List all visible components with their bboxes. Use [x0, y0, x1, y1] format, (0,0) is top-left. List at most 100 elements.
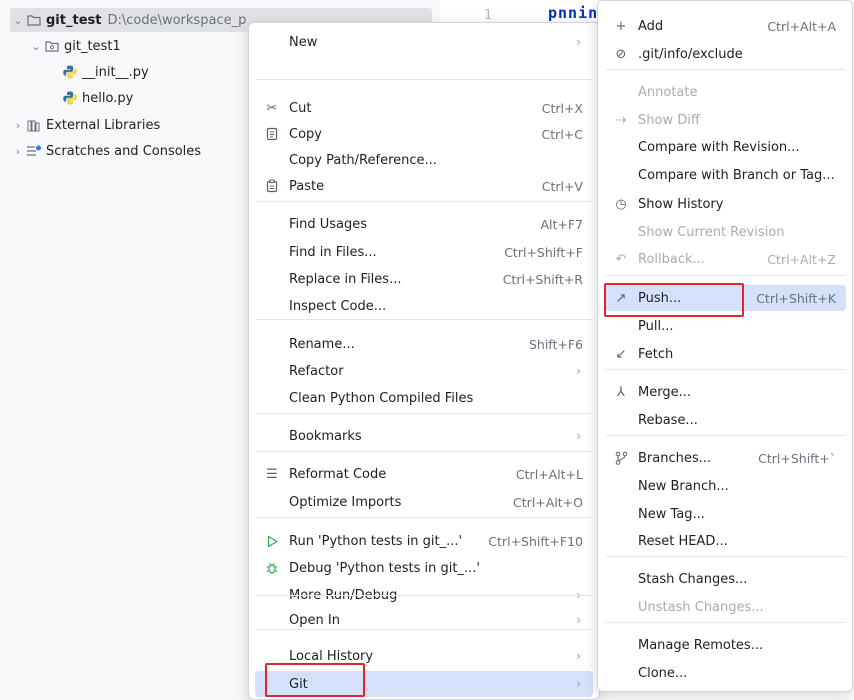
menu-item-label: Paste [289, 178, 325, 194]
menu-item-refactor[interactable]: Refactor › [255, 358, 593, 384]
menu-item-push[interactable]: ↗ Push... Ctrl+Shift+K [604, 285, 846, 311]
menu-item-rollback: ↶ Rollback... Ctrl+Alt+Z [604, 246, 846, 272]
chevron-right-icon: › [576, 649, 581, 663]
menu-item-label: .git/info/exclude [638, 46, 743, 62]
menu-item-label: Merge... [638, 384, 691, 400]
menu-item-label: Copy [289, 126, 322, 142]
chevron-right-icon: › [576, 364, 581, 378]
menu-item-label: New Branch... [638, 478, 729, 494]
menu-item-label: New Tag... [638, 506, 705, 522]
menu-item-new-branch[interactable]: New Branch... [604, 473, 846, 499]
chevron-right-icon: › [576, 429, 581, 443]
scratches-icon [26, 143, 42, 159]
run-icon [261, 535, 283, 548]
chevron-right-icon: › [576, 613, 581, 627]
menu-separator [606, 435, 844, 436]
menu-separator [257, 595, 591, 596]
menu-item-copy-path-reference[interactable]: Copy Path/Reference... [255, 147, 593, 173]
menu-item-stash-changes[interactable]: Stash Changes... [604, 566, 846, 592]
menu-item-cut[interactable]: ✂ Cut Ctrl+X [255, 95, 593, 121]
reformat-icon: ☰ [266, 466, 278, 482]
menu-item-fetch[interactable]: ↙ Fetch [604, 341, 846, 367]
menu-separator [606, 369, 844, 370]
menu-item-shortcut: Ctrl+Shift+F [504, 244, 583, 260]
menu-item-shortcut: Alt+F7 [540, 216, 583, 232]
menu-item-show-current-revision: Show Current Revision [604, 219, 846, 245]
menu-item-compare-with-revision[interactable]: Compare with Revision... [604, 134, 846, 160]
tree-root-name: git_test [46, 12, 102, 28]
menu-item-label: Fetch [638, 346, 674, 362]
menu-item-paste[interactable]: Paste Ctrl+V [255, 173, 593, 199]
menu-item-label: Branches... [638, 450, 712, 466]
project-context-menu: New › ✂ Cut Ctrl+X Copy Ctrl+C Copy Path/Refere… [248, 22, 600, 700]
menu-item-branches[interactable]: Branches... Ctrl+Shift+` [604, 445, 846, 471]
menu-item-merge[interactable]: ⅄ Merge... [604, 379, 846, 405]
menu-item-label: Run 'Python tests in git_...' [289, 533, 463, 549]
menu-item-copy[interactable]: Copy Ctrl+C [255, 121, 593, 147]
tree-root-path: D:\code\workspace_p [107, 12, 247, 28]
menu-item-find-usages[interactable]: Find Usages Alt+F7 [255, 211, 593, 237]
menu-item-run-python-tests-in-git[interactable]: Run 'Python tests in git_...' Ctrl+Shift+… [255, 528, 593, 554]
menu-item-label: Cut [289, 100, 312, 116]
chevron-down-icon[interactable]: ⌄ [28, 40, 44, 53]
menu-item-show-history[interactable]: ◷ Show History [604, 191, 846, 217]
menu-item-local-history[interactable]: Local History › [255, 643, 593, 669]
menu-item-label: Inspect Code... [289, 298, 387, 314]
menu-item-label: Reset HEAD... [638, 533, 728, 549]
menu-item-shortcut: Ctrl+Shift+R [502, 271, 583, 287]
tree-external-label: External Libraries [46, 117, 161, 133]
menu-item-inspect-code[interactable]: Inspect Code... [255, 293, 593, 319]
menu-item-label: Show Current Revision [638, 224, 785, 240]
menu-item-label: Rename... [289, 336, 355, 352]
rollback-icon: ↶ [615, 251, 627, 267]
menu-item-reformat-code[interactable]: ☰ Reformat Code Ctrl+Alt+L [255, 461, 593, 487]
menu-item-label: Reformat Code [289, 466, 387, 482]
fetch-icon: ↙ [615, 346, 627, 362]
menu-item-git[interactable]: Git › [255, 671, 593, 697]
menu-item-manage-remotes[interactable]: Manage Remotes... [604, 632, 846, 658]
menu-item-label: Compare with Revision... [638, 139, 800, 155]
menu-item-rename[interactable]: Rename... Shift+F6 [255, 331, 593, 357]
menu-separator [606, 69, 844, 70]
history-icon: ◷ [615, 196, 627, 212]
menu-item-annotate: Annotate [604, 79, 846, 105]
menu-item-label: Clean Python Compiled Files [289, 390, 474, 406]
menu-item-label: Stash Changes... [638, 571, 748, 587]
menu-item-reset-head[interactable]: Reset HEAD... [604, 528, 846, 554]
chevron-right-icon: › [576, 677, 581, 691]
menu-item-label: Find in Files... [289, 244, 377, 260]
chevron-down-icon[interactable]: ⌄ [10, 14, 26, 27]
chevron-right-icon[interactable]: › [10, 119, 26, 132]
menu-separator [257, 319, 591, 320]
menu-item-shortcut: Ctrl+Alt+O [513, 494, 583, 510]
menu-item-label: Show History [638, 196, 724, 212]
menu-item-label: Compare with Branch or Tag... [638, 167, 835, 183]
diff-icon: ⇢ [615, 112, 627, 128]
menu-item-new[interactable]: New › [255, 29, 593, 55]
menu-item-replace-in-files[interactable]: Replace in Files... Ctrl+Shift+R [255, 266, 593, 292]
menu-item-bookmarks[interactable]: Bookmarks › [255, 423, 593, 449]
git-submenu: + Add Ctrl+Alt+A ⊘ .git/info/exclude Annotate… [597, 0, 853, 692]
menu-item-clone[interactable]: Clone... [604, 660, 846, 686]
menu-item-optimize-imports[interactable]: Optimize Imports Ctrl+Alt+O [255, 489, 593, 515]
menu-item-rebase[interactable]: Rebase... [604, 407, 846, 433]
menu-item-debug-python-tests-in-git[interactable]: Debug 'Python tests in git_...' [255, 555, 593, 581]
menu-item-new-tag[interactable]: New Tag... [604, 501, 846, 527]
menu-item-git-info-exclude[interactable]: ⊘ .git/info/exclude [604, 41, 846, 67]
menu-item-clean-python-compiled-files[interactable]: Clean Python Compiled Files [255, 385, 593, 411]
menu-separator [257, 79, 591, 80]
menu-item-label: Local History [289, 648, 374, 664]
menu-item-label: Push... [638, 290, 682, 306]
menu-item-label: Show Diff [638, 112, 700, 128]
menu-item-pull[interactable]: Pull... [604, 313, 846, 339]
menu-item-label: Open In [289, 612, 340, 628]
menu-item-shortcut: Ctrl+Shift+F10 [488, 533, 583, 549]
menu-item-add[interactable]: + Add Ctrl+Alt+A [604, 13, 846, 39]
menu-separator [606, 556, 844, 557]
menu-item-shortcut: Ctrl+Alt+A [767, 18, 836, 34]
menu-item-label: Clone... [638, 665, 688, 681]
menu-item-compare-with-branch-or-tag[interactable]: Compare with Branch or Tag... [604, 162, 846, 188]
chevron-right-icon[interactable]: › [10, 145, 26, 158]
library-icon [26, 117, 42, 133]
menu-item-find-in-files[interactable]: Find in Files... Ctrl+Shift+F [255, 239, 593, 265]
